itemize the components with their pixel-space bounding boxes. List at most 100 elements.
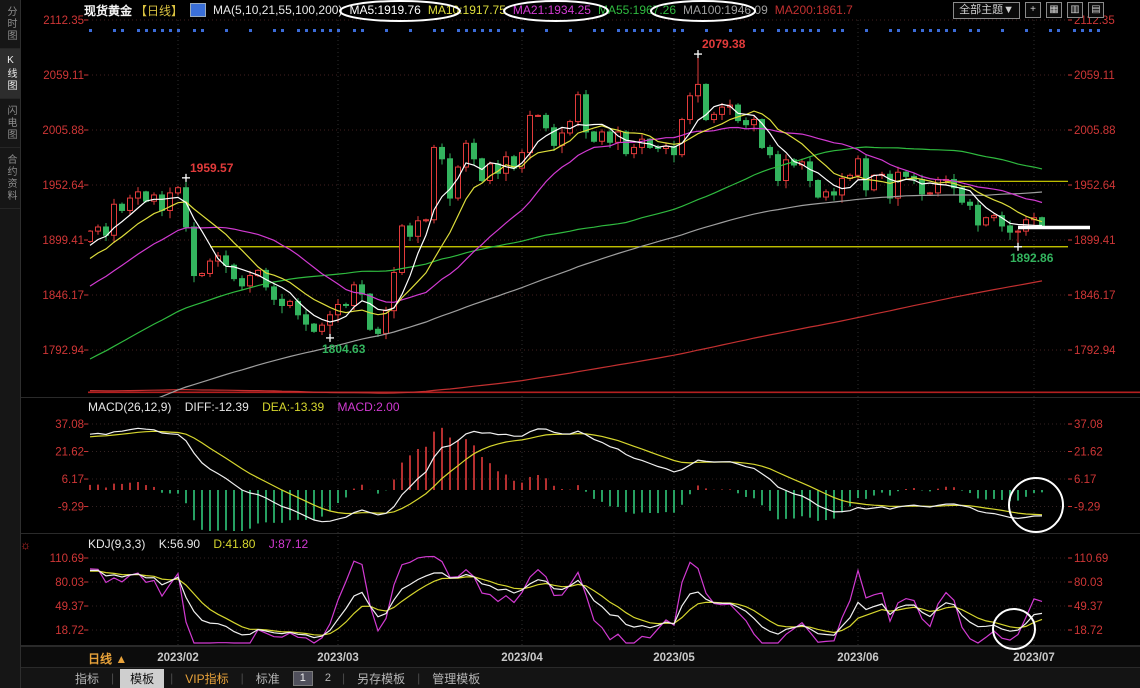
divider: | [109, 671, 116, 685]
toolbar-tab-indicators[interactable]: 指标 [65, 669, 109, 688]
ma10-line [90, 111, 1042, 315]
ma5-line [90, 104, 1042, 322]
low-annotation: 1892.86 [1010, 251, 1054, 265]
high-annotation: 2079.38 [702, 37, 746, 51]
svg-text:1792.94: 1792.94 [1074, 345, 1116, 357]
macd-params-label: MACD(26,12,9) [88, 400, 171, 414]
svg-text:2112.35: 2112.35 [43, 15, 84, 27]
theme-dropdown-button[interactable]: 全部主题▼ [953, 2, 1020, 19]
macd-readout: MACD:2.00 [337, 400, 399, 414]
chart-header: 现货黄金【日线】 MA(5,10,21,55,100,200) MA5:1919… [84, 0, 1104, 20]
pane-right-icon[interactable]: ▥ [1067, 2, 1083, 18]
svg-text:2059.11: 2059.11 [1074, 70, 1115, 82]
svg-text:1792.94: 1792.94 [42, 345, 84, 357]
divider: | [168, 671, 175, 685]
pane-export-icon[interactable]: ▤ [1088, 2, 1104, 18]
alert-sun-icon: ☼ [20, 538, 31, 552]
svg-text:80.03: 80.03 [55, 577, 84, 589]
kdj-j-readout: J:87.12 [269, 537, 308, 551]
low-annotation: 1804.63 [322, 342, 366, 356]
date-tick: 2023/03 [317, 652, 359, 664]
kline-style-icon[interactable] [190, 3, 206, 17]
svg-text:-9.29: -9.29 [58, 502, 84, 514]
date-tick: 2023/02 [157, 652, 199, 664]
ma-params-label: MA(5,10,21,55,100,200) [213, 3, 342, 17]
macd-label-row: MACD(26,12,9) DIFF:-12.39 DEA:-13.39 MAC… [88, 400, 400, 414]
ma200-readout: MA200:1861.7 [775, 3, 853, 17]
svg-text:2005.88: 2005.88 [1074, 125, 1116, 137]
date-tick: 2023/05 [653, 652, 695, 664]
divider: | [415, 671, 422, 685]
svg-text:1846.17: 1846.17 [1074, 290, 1116, 302]
d-line [90, 571, 1042, 635]
trading-app: 分时图 K线图 闪电图 合约资料 2112.352112.352059.1120… [0, 0, 1140, 688]
period-selector[interactable]: 日线 ▲ [88, 650, 127, 667]
svg-text:37.08: 37.08 [1074, 419, 1103, 431]
svg-text:1952.64: 1952.64 [1074, 180, 1116, 192]
toolbar-page-2[interactable]: 2 [319, 672, 337, 685]
svg-text:1952.64: 1952.64 [42, 180, 84, 192]
toolbar-page-1[interactable]: 1 [293, 671, 313, 686]
date-tick: 2023/07 [1013, 652, 1055, 664]
svg-text:21.62: 21.62 [1074, 447, 1103, 459]
svg-text:18.72: 18.72 [55, 625, 84, 637]
svg-text:1899.41: 1899.41 [42, 235, 84, 247]
svg-text:49.37: 49.37 [1074, 601, 1103, 613]
kdj-params-label: KDJ(9,3,3) [88, 537, 145, 551]
high-annotation: 1959.57 [190, 161, 234, 175]
svg-text:1899.41: 1899.41 [1074, 235, 1116, 247]
svg-text:110.69: 110.69 [1074, 553, 1108, 565]
ma21-readout: MA21:1934.25 [513, 3, 591, 17]
event-dots-row [89, 29, 1100, 32]
date-tick: 2023/06 [837, 652, 879, 664]
svg-text:-9.29: -9.29 [1074, 502, 1100, 514]
svg-text:6.17: 6.17 [1074, 474, 1096, 486]
toolbar-manage-templates[interactable]: 管理模板 [422, 669, 490, 688]
divider: | [239, 671, 246, 685]
svg-text:2005.88: 2005.88 [42, 125, 84, 137]
svg-text:6.17: 6.17 [62, 474, 84, 486]
ma5-readout: MA5:1919.76 [349, 3, 420, 17]
ma-lines [90, 104, 1042, 424]
k-line [90, 570, 1042, 637]
symbol-name: 现货黄金 [84, 2, 132, 19]
ma10-readout: MA10:1917.75 [428, 3, 506, 17]
svg-text:110.69: 110.69 [50, 553, 84, 565]
toolbar-tab-standard[interactable]: 标准 [246, 669, 290, 688]
kdj-k-readout: K:56.90 [159, 537, 200, 551]
svg-text:49.37: 49.37 [55, 601, 84, 613]
sidebar-tab-kline-chart[interactable]: K线图 [0, 49, 20, 99]
ma55-readout: MA55:1967.26 [598, 3, 676, 17]
toolbar-save-template[interactable]: 另存模板 [347, 669, 415, 688]
svg-text:18.72: 18.72 [1074, 625, 1103, 637]
sidebar-tab-contract-info[interactable]: 合约资料 [0, 148, 20, 209]
sidebar-tab-time-chart[interactable]: 分时图 [0, 0, 20, 49]
crosshair-icon[interactable]: + [1025, 2, 1041, 18]
bottom-toolbar: 指标 | 模板 | VIP指标 | 标准 1 2 | 另存模板 | 管理模板 [21, 668, 1140, 688]
extreme-annotations: 1959.57 2079.38 1804.63 1892.86 [182, 37, 1090, 356]
svg-text:1846.17: 1846.17 [42, 290, 84, 302]
period-badge: 【日线】 [135, 2, 183, 19]
pane-grid-icon[interactable]: ▦ [1046, 2, 1062, 18]
toolbar-tab-templates[interactable]: 模板 [120, 669, 164, 688]
kdj-d-readout: D:41.80 [213, 537, 255, 551]
ma100-readout: MA100:1946.09 [683, 3, 768, 17]
sidebar-tab-lightning-chart[interactable]: 闪电图 [0, 99, 20, 148]
macd-dea-readout: DEA:-13.39 [262, 400, 324, 414]
svg-text:21.62: 21.62 [55, 447, 84, 459]
kdj-label-row: KDJ(9,3,3) K:56.90 D:41.80 J:87.12 [88, 537, 308, 551]
left-sidebar: 分时图 K线图 闪电图 合约资料 [0, 0, 21, 688]
macd-diff-readout: DIFF:-12.39 [185, 400, 249, 414]
date-tick: 2023/04 [501, 652, 543, 664]
svg-text:37.08: 37.08 [55, 419, 84, 431]
dea-line [90, 431, 1042, 514]
diff-line [90, 428, 1042, 521]
horizontal-lines [88, 181, 1140, 392]
ma200-line [90, 281, 1042, 393]
svg-text:2059.11: 2059.11 [43, 70, 84, 82]
divider: | [340, 671, 347, 685]
svg-text:80.03: 80.03 [1074, 577, 1103, 589]
toolbar-tab-vip-indicators[interactable]: VIP指标 [175, 669, 238, 688]
chevron-up-icon: ▲ [115, 652, 127, 666]
main-chart[interactable]: 2112.352112.352059.112059.112005.882005.… [0, 0, 1140, 688]
